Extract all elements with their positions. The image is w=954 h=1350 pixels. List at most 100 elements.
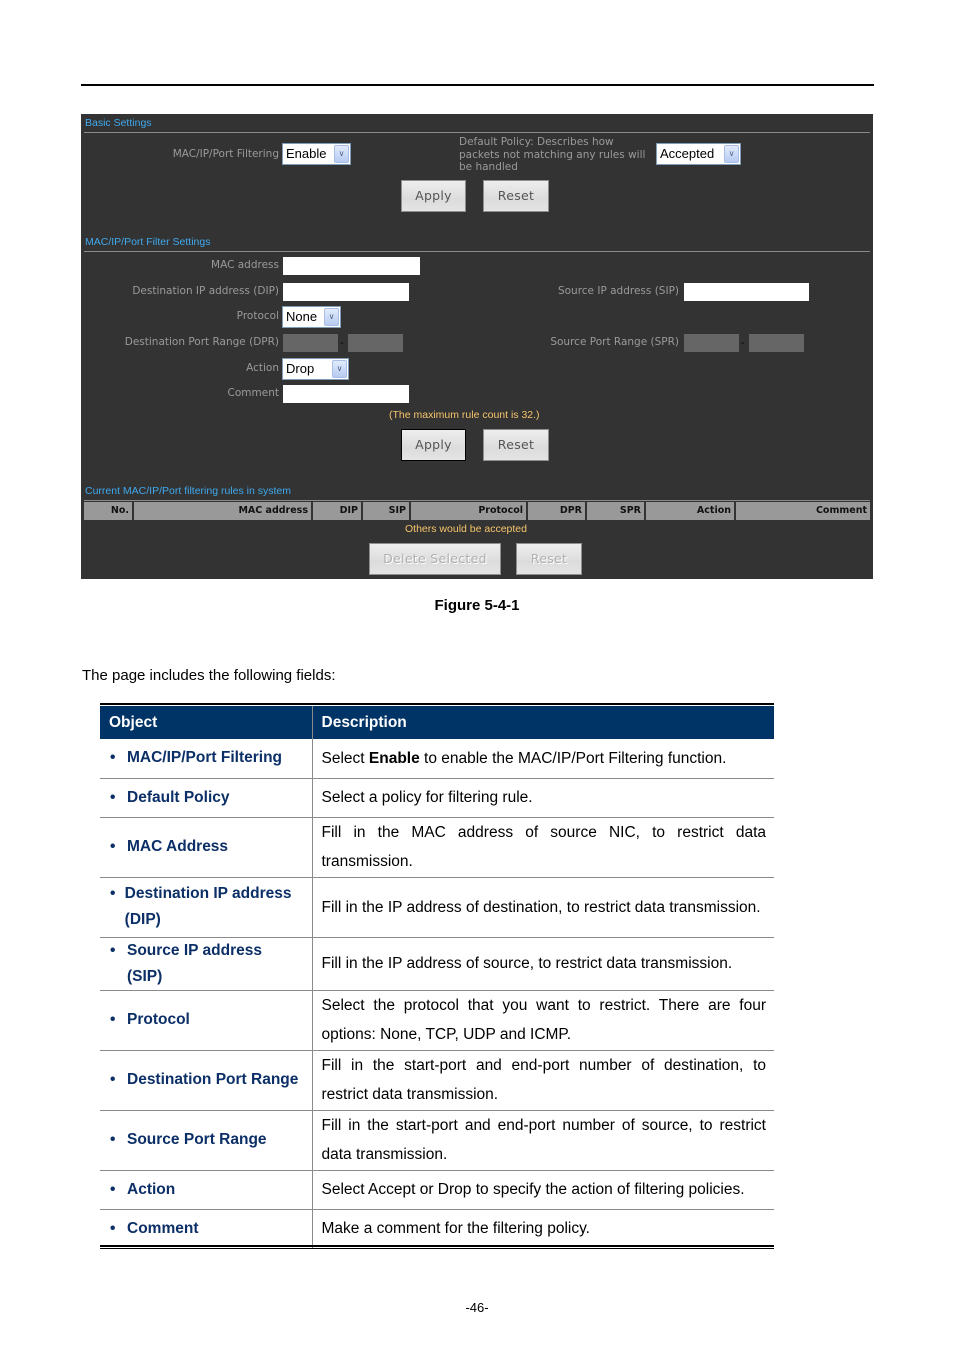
object-name: Action [127,1180,176,1198]
object-name: MAC/IP/Port Filtering [127,749,282,767]
basic-reset-button[interactable]: Reset [483,180,549,212]
default-policy-label: Default Policy: Describes how packets no… [459,136,645,174]
object-description: Fill in the start-port and end-port numb… [312,1050,774,1111]
bullet-icon: • [110,1011,116,1028]
max-rule-note: (The maximum rule count is 32.) [389,409,540,421]
column-header-mac: MAC address [134,502,311,520]
object-name: Source Port Range [127,1131,267,1148]
chevron-down-icon: ∨ [334,145,349,163]
table-row: • MAC/IP/Port Filtering Select Enable to … [100,739,774,779]
rules-reset-button[interactable]: Reset [516,543,582,575]
intro-text: The page includes the following fields: [82,667,336,684]
bullet-icon: • [110,1219,116,1237]
table-row: • Comment Make a comment for the filterin… [100,1209,774,1248]
column-header-protocol: Protocol [411,502,526,520]
object-name: Comment [127,1219,199,1237]
bullet-icon: • [110,749,116,767]
action-select[interactable]: Drop ∨ [282,358,349,380]
table-row: • Default Policy Select a policy for filt… [100,778,774,818]
basic-apply-button[interactable]: Apply [401,180,466,212]
sip-label: Source IP address (SIP) [557,285,679,297]
default-policy-select[interactable]: Accepted ∨ [656,143,741,165]
filtering-select-value: Enable [286,146,327,161]
filter-reset-button[interactable]: Reset [483,429,549,461]
dip-input[interactable] [283,283,409,301]
table-row: • Source Port Range Fill in the start-por… [100,1110,774,1171]
filter-settings-screenshot: Basic Settings MAC/IP/Port Filtering Ena… [81,114,873,579]
column-header-dip: DIP [313,502,361,520]
description-text: to enable the MAC/IP/Port Filtering func… [419,749,727,767]
spr-label: Source Port Range (SPR) [550,336,679,348]
table-row: • Protocol Select the protocol that you w… [100,990,774,1051]
object-name: Destination IP address (DIP) [124,885,292,928]
dip-label: Destination IP address (DIP) [132,285,279,297]
filtering-label: MAC/IP/Port Filtering [172,148,279,160]
field-description-table: Object Description • MAC/IP/Port Filterin… [100,706,774,1248]
chevron-down-icon: ∨ [332,360,347,378]
chevron-down-icon: ∨ [324,308,339,326]
table-row: • Destination IP address (DIP) Fill in th… [100,877,774,938]
section-divider [84,132,870,133]
table-bottom-rule [100,1245,774,1249]
column-header-description: Description [311,706,774,739]
default-policy-label-line: Default Policy: Describes how [459,136,614,148]
current-rules-title: Current MAC/IP/Port filtering rules in s… [85,485,291,497]
object-description: Fill in the MAC address of source NIC, t… [312,817,774,878]
description-text: Select [321,749,369,767]
action-label: Action [246,362,279,374]
default-policy-label-line: packets not matching any rules will [459,148,646,161]
default-policy-select-value: Accepted [660,146,715,161]
object-description: Make a comment for the filtering policy. [321,1220,591,1238]
page-number: -46- [465,1300,489,1315]
spr-range-separator: - [741,338,745,349]
object-description: Fill in the IP address of destination, t… [312,877,774,938]
object-description: Fill in the IP address of source, to res… [312,937,774,991]
object-name: Protocol [127,1011,190,1028]
bullet-icon: • [110,788,116,806]
table-row: • Destination Port Range Fill in the star… [100,1050,774,1111]
others-accepted-note: Others would be accepted [405,523,527,535]
bullet-icon: • [110,1071,116,1088]
header-rule [81,84,874,86]
column-header-action: Action [646,502,734,520]
protocol-select-value: None [286,309,318,324]
filter-apply-button[interactable]: Apply [401,429,466,461]
object-name: MAC Address [127,838,229,855]
default-policy-label-line: be handled [459,161,518,173]
dpr-start-input[interactable] [283,334,338,352]
bullet-icon: • [110,838,116,855]
section-divider [84,500,870,501]
dpr-label: Destination Port Range (DPR) [124,336,279,348]
bullet-icon: • [110,885,116,902]
mac-address-input[interactable] [283,257,420,275]
object-description: Select the protocol that you want to res… [312,990,774,1051]
sip-input[interactable] [684,283,809,301]
rules-table-header: No. MAC address DIP SIP Protocol DPR SPR… [84,502,870,520]
table-row: • Action Select Accept or Drop to specify… [100,1170,774,1210]
column-header-sip: SIP [363,502,409,520]
protocol-select[interactable]: None ∨ [282,306,341,328]
comment-label: Comment [227,387,279,399]
dpr-end-input[interactable] [348,334,403,352]
dpr-range-separator: - [340,338,344,349]
section-divider [84,251,870,252]
basic-settings-title: Basic Settings [85,117,152,129]
mac-address-label: MAC address [211,259,279,271]
filtering-select[interactable]: Enable ∨ [282,143,351,165]
comment-input[interactable] [283,385,409,403]
table-row: • MAC Address Fill in the MAC address of … [100,817,774,878]
column-header-object: Object [100,706,312,739]
object-description: Select a policy for filtering rule. [312,778,774,818]
spr-end-input[interactable] [749,334,804,352]
table-row: • Source IP address (SIP) Fill in the IP … [100,937,774,991]
spr-start-input[interactable] [684,334,739,352]
delete-selected-button[interactable]: Delete Selected [369,543,501,575]
object-name: Destination Port Range [127,1071,299,1088]
protocol-label: Protocol [236,310,279,322]
bullet-icon: • [110,1180,116,1198]
object-description: Fill in the start-port and end-port numb… [312,1110,774,1171]
bullet-icon: • [110,1131,116,1148]
description-emphasis: Enable [368,749,420,767]
object-name: Default Policy [127,788,230,806]
figure-caption: Figure 5-4-1 [434,597,520,614]
